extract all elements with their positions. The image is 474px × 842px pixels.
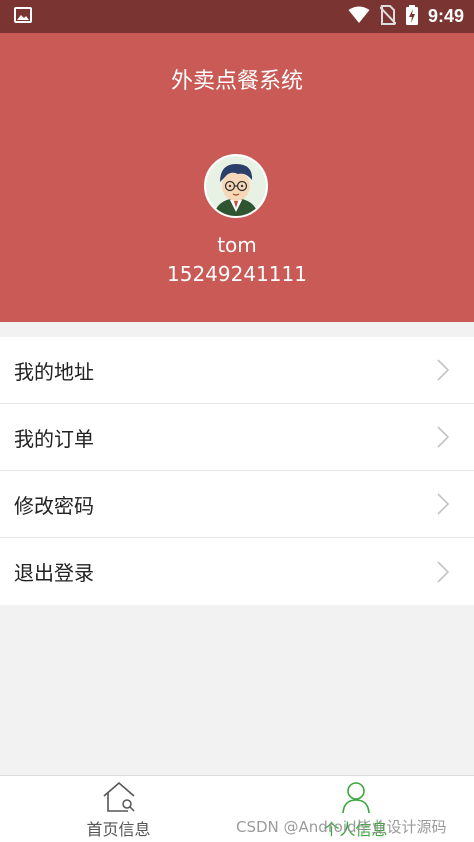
- phone-number: 15249241111: [167, 262, 307, 286]
- battery-charging-icon: [405, 4, 418, 29]
- status-time: 9:49: [427, 6, 464, 26]
- tab-home[interactable]: 首页信息: [0, 776, 237, 842]
- gallery-notification-icon: [14, 6, 32, 27]
- menu-item-label: 修改密码: [14, 493, 94, 518]
- wifi-icon: [348, 6, 370, 28]
- chevron-right-icon: [437, 426, 450, 448]
- user-icon: [341, 782, 370, 814]
- profile-menu: 我的地址 我的订单 修改密码 退出登录: [0, 337, 474, 605]
- menu-item-label: 退出登录: [14, 561, 94, 585]
- profile-header: 外卖点餐系统 tom 15249241111: [0, 33, 474, 322]
- avatar[interactable]: [204, 154, 268, 218]
- chevron-right-icon: [437, 359, 450, 381]
- chevron-right-icon: [437, 493, 450, 515]
- chevron-right-icon: [437, 560, 450, 583]
- app-title: 外卖点餐系统: [170, 69, 303, 94]
- watermark: CSDN @Android毕业设计源码: [236, 818, 447, 836]
- menu-item-my-orders[interactable]: 我的订单: [0, 404, 474, 471]
- no-sim-icon: [379, 4, 397, 29]
- home-search-icon: [102, 781, 135, 812]
- username: tom: [217, 233, 257, 257]
- menu-item-label: 我的订单: [14, 426, 94, 451]
- menu-item-my-address[interactable]: 我的地址: [0, 337, 474, 404]
- tab-home-label: 首页信息: [86, 820, 151, 839]
- status-bar: 9:49: [0, 0, 474, 33]
- menu-item-logout[interactable]: 退出登录: [0, 538, 474, 605]
- menu-item-label: 我的地址: [14, 359, 94, 384]
- menu-item-change-password[interactable]: 修改密码: [0, 471, 474, 538]
